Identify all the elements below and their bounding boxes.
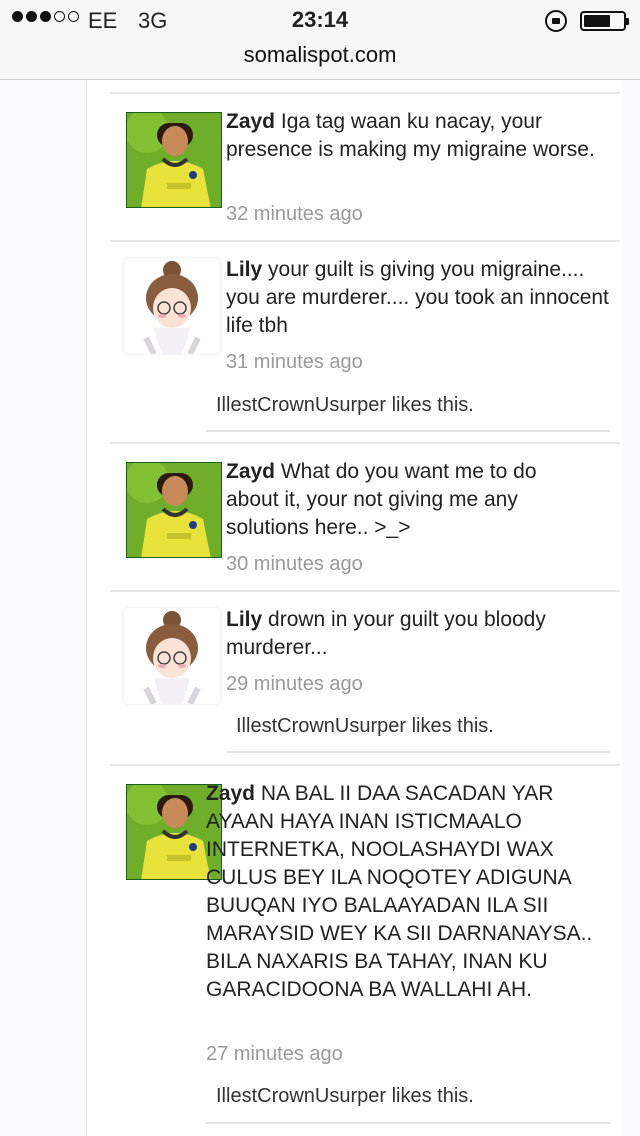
likes-divider — [226, 751, 610, 753]
comment-author[interactable]: Lily — [226, 608, 262, 631]
comment-time[interactable]: 30 minutes ago — [226, 553, 363, 576]
comment-text: Lily drown in your guilt you bloody murd… — [226, 606, 586, 662]
comment-divider — [110, 590, 620, 592]
comment-author[interactable]: Zayd — [226, 460, 275, 483]
comment-body: NA BAL II DAA SACADAN YAR AYAAN HAYA INA… — [206, 782, 593, 1001]
comment-author[interactable]: Lily — [226, 258, 262, 281]
likes-divider — [206, 430, 610, 432]
comment-body: Iga tag waan ku nacay, your presence is … — [226, 110, 595, 161]
comment-text: Zayd What do you want me to do about it,… — [226, 458, 586, 542]
comment-divider — [110, 240, 620, 242]
comment-text: Zayd Iga tag waan ku nacay, your presenc… — [226, 108, 606, 164]
comment-author[interactable]: Zayd — [226, 110, 275, 133]
likes-text[interactable]: IllestCrownUsurper likes this. — [216, 394, 474, 417]
zayd-avatar[interactable] — [126, 112, 222, 208]
likes-text[interactable]: IllestCrownUsurper likes this. — [236, 715, 494, 738]
status-time: 23:14 — [291, 7, 349, 32]
address-bar-url[interactable]: somalispot.com — [0, 42, 640, 68]
comment-text: Zayd NA BAL II DAA SACADAN YAR AYAAN HAY… — [206, 780, 616, 1004]
comment-time[interactable]: 32 minutes ago — [226, 203, 363, 226]
comment-time[interactable]: 27 minutes ago — [206, 1043, 343, 1066]
battery-icon — [580, 11, 629, 31]
comment-divider — [110, 442, 620, 444]
comment-body: your guilt is giving you migraine.... yo… — [226, 258, 609, 337]
comment-divider — [110, 92, 620, 94]
orientation-lock-icon — [545, 10, 567, 32]
lily-avatar[interactable] — [124, 258, 220, 354]
comment-time[interactable]: 31 minutes ago — [226, 351, 363, 374]
likes-text[interactable]: IllestCrownUsurper likes this. — [216, 1085, 474, 1108]
zayd-avatar[interactable] — [126, 462, 222, 558]
comment-text: Lily your guilt is giving you migraine..… — [226, 256, 616, 340]
comment-body: drown in your guilt you bloody murderer.… — [226, 608, 546, 659]
browser-top-bar: EE 3G 23:14 somalispot.com — [0, 0, 640, 80]
status-bar: EE 3G 23:14 — [0, 6, 640, 38]
comment-time[interactable]: 29 minutes ago — [226, 673, 363, 696]
comment-author[interactable]: Zayd — [206, 782, 255, 805]
comment-divider — [110, 764, 620, 766]
likes-divider — [206, 1122, 610, 1124]
lily-avatar[interactable] — [124, 608, 220, 704]
